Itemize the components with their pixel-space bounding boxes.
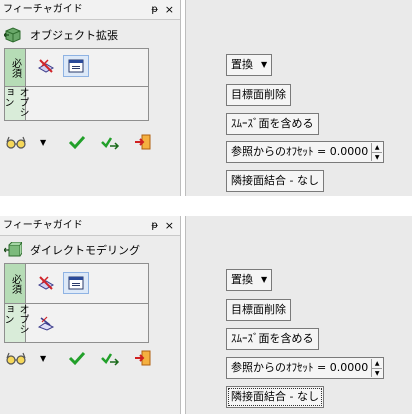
panel-titlebar: フィーチャガイド ᵽ × xyxy=(0,0,180,20)
pin-icon[interactable]: ᵽ xyxy=(151,216,158,235)
mode-label: オブジェクト拡張 xyxy=(30,29,118,42)
chevron-down-icon: ▼ xyxy=(261,275,268,284)
delete-target-face-button[interactable]: 目標面削除 xyxy=(226,299,291,321)
join-adjacent-faces-button[interactable]: 隣接面結合 - なし xyxy=(226,386,324,408)
exit-icon[interactable] xyxy=(134,350,152,366)
mode-label: ダイレクトモデリング xyxy=(30,244,140,257)
close-icon[interactable]: × xyxy=(165,0,174,19)
offset-field[interactable]: 参照からのｵﾌｾｯﾄ = 0.0000 ▲ ▼ xyxy=(226,357,385,379)
checkmark-icon[interactable] xyxy=(68,350,86,366)
offset-value[interactable]: 0.0000 xyxy=(330,361,369,374)
dropdown-arrow[interactable]: ▼ xyxy=(40,138,46,147)
optional-tab: オプション xyxy=(2,87,28,120)
select-object-icon[interactable] xyxy=(33,55,59,77)
footer-toolbar: ▼ xyxy=(6,131,166,153)
feature-guide-panel-1: フィーチャガイド ᵽ × オブジェクト拡張 必須 オプション ▼ xyxy=(0,0,181,196)
required-section: 必須 xyxy=(5,264,148,304)
optional-tab: オプション xyxy=(2,304,28,342)
select-face-icon[interactable] xyxy=(33,312,59,334)
dropdown-arrow[interactable]: ▼ xyxy=(40,354,46,363)
offset-field[interactable]: 参照からのｵﾌｾｯﾄ = 0.0000 ▲ ▼ xyxy=(226,141,385,163)
direct-modeling-icon xyxy=(3,240,23,258)
property-pane-1: 置換 ▼ 目標面削除 ｽﾑｰｽﾞ面を含める 参照からのｵﾌｾｯﾄ = 0.0000… xyxy=(185,0,412,196)
mode-row: ダイレクトモデリング xyxy=(3,240,140,260)
join-adjacent-faces-button[interactable]: 隣接面結合 - なし xyxy=(226,170,324,192)
offset-spinner[interactable]: ▲ ▼ xyxy=(371,359,383,377)
pin-icon[interactable]: ᵽ xyxy=(151,0,158,19)
extend-object-icon xyxy=(3,27,22,43)
mode-row: オブジェクト拡張 xyxy=(3,25,118,45)
optional-section: オプション xyxy=(2,87,148,120)
panel-titlebar: フィーチャガイド ᵽ × xyxy=(0,216,180,236)
chevron-down-icon: ▼ xyxy=(261,60,268,69)
required-tab: 必須 xyxy=(5,49,26,86)
apply-next-icon[interactable] xyxy=(100,350,120,366)
dialog-window-icon[interactable] xyxy=(63,55,89,77)
offset-value[interactable]: 0.0000 xyxy=(330,145,369,158)
footer-toolbar: ▼ xyxy=(6,347,166,369)
glasses-icon[interactable] xyxy=(6,134,26,150)
property-pane-2: 置換 ▼ 目標面削除 ｽﾑｰｽﾞ面を含める 参照からのｵﾌｾｯﾄ = 0.0000… xyxy=(185,216,412,414)
optional-section: オプション xyxy=(2,304,148,342)
select-object-icon[interactable] xyxy=(33,272,59,294)
guide-frame: 必須 オプション xyxy=(2,263,149,343)
required-section: 必須 xyxy=(5,49,148,87)
delete-target-face-button[interactable]: 目標面削除 xyxy=(226,84,291,106)
offset-spinner[interactable]: ▲ ▼ xyxy=(371,143,383,161)
replace-dropdown[interactable]: 置換 ▼ xyxy=(226,269,273,291)
include-smooth-faces-button[interactable]: ｽﾑｰｽﾞ面を含める xyxy=(226,113,319,135)
apply-next-icon[interactable] xyxy=(100,134,120,150)
replace-dropdown[interactable]: 置換 ▼ xyxy=(226,54,273,76)
include-smooth-faces-button[interactable]: ｽﾑｰｽﾞ面を含める xyxy=(226,328,319,350)
close-icon[interactable]: × xyxy=(165,216,174,235)
feature-guide-panel-2: フィーチャガイド ᵽ × ダイレクトモデリング 必須 オプション ▼ xyxy=(0,216,181,414)
checkmark-icon[interactable] xyxy=(68,134,86,150)
dialog-window-icon[interactable] xyxy=(63,272,89,294)
guide-frame: 必須 オプション xyxy=(2,48,149,121)
panel-title: フィーチャガイド xyxy=(3,220,83,231)
panel-title: フィーチャガイド xyxy=(3,4,83,15)
glasses-icon[interactable] xyxy=(6,350,26,366)
required-tab: 必須 xyxy=(5,264,26,303)
exit-icon[interactable] xyxy=(134,134,152,150)
